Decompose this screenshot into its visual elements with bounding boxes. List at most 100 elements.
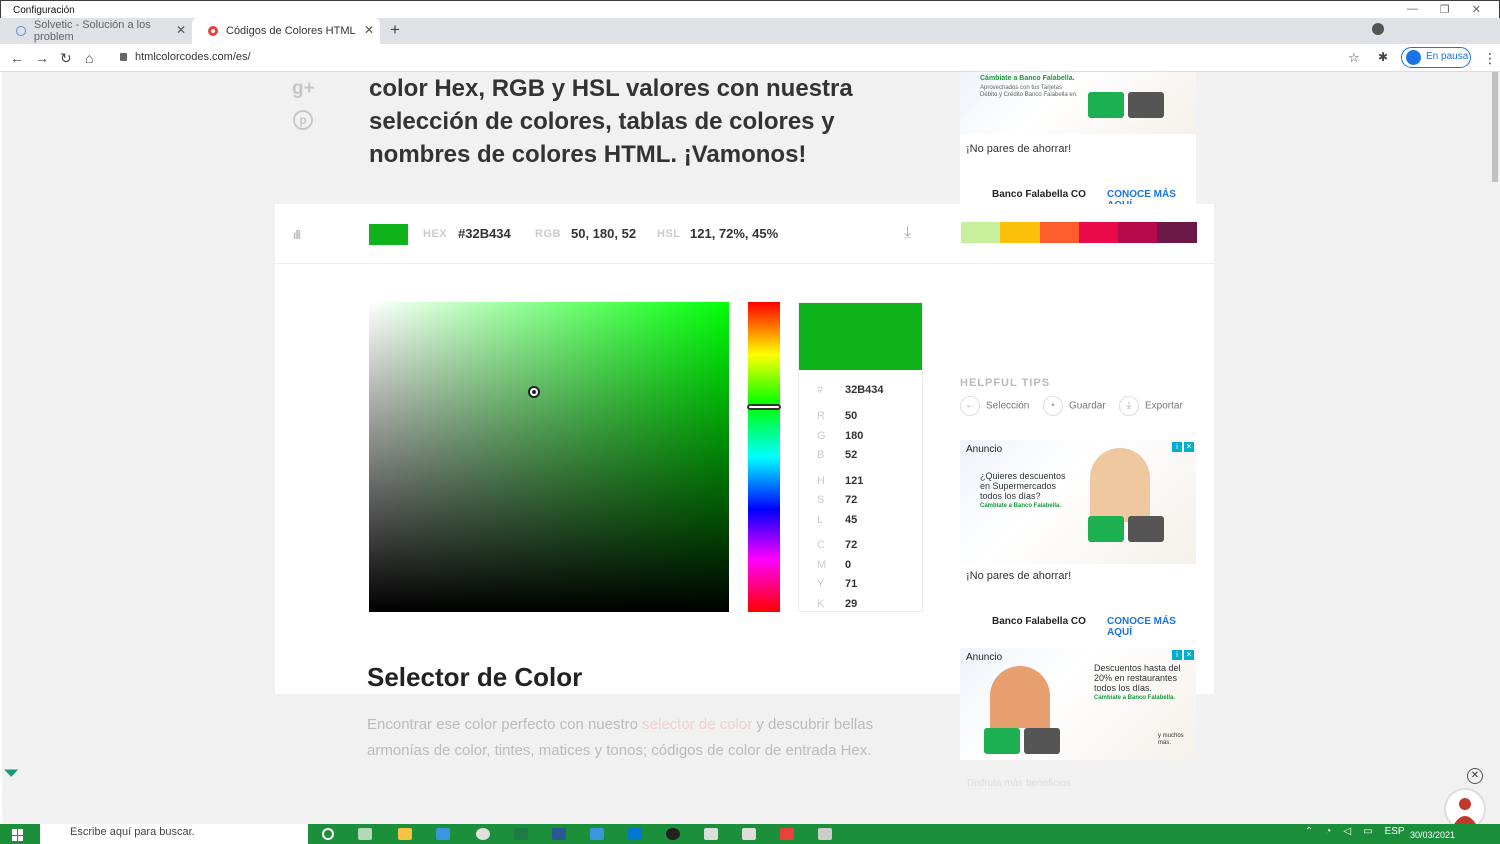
chevron-up-icon[interactable]: ⌃ [1305,826,1313,837]
star-icon[interactable]: ☆ [1348,50,1360,66]
edge-icon[interactable] [436,828,450,840]
app-icon[interactable] [628,828,642,840]
volume-icon[interactable]: ◁ [1343,826,1351,837]
battery-icon[interactable]: ▭ [1363,826,1372,837]
forward-arrow-icon[interactable]: → [35,50,49,66]
value-number[interactable]: 32B434 [845,384,884,396]
tab-search-icon[interactable] [1372,23,1384,35]
value-key: G [817,430,826,442]
ad-mid[interactable]: Anuncio i ✕ ¿Quieres descuentos en Super… [960,440,1196,638]
ad-cta-link[interactable]: CONOCE MÁS AQUÍ [1107,616,1196,638]
value-number[interactable]: 0 [845,559,851,571]
hex-label: HEX [423,228,448,240]
palette-color-3[interactable] [1039,222,1079,243]
palette-color-1[interactable] [961,222,1001,243]
ad-bottom[interactable]: Anuncio i ✕ Descuentos hasta del 20% en … [960,648,1196,760]
funnel-icon[interactable]: ⏷ [4,763,18,784]
extensions-icon[interactable]: ✱ [1378,50,1388,64]
settings-icon[interactable] [818,828,832,840]
hue-slider[interactable] [748,302,780,612]
value-number[interactable]: 29 [845,598,857,610]
clock-date[interactable]: 30/03/2021 [1410,830,1455,840]
current-color-swatch [369,224,408,245]
tab-solvetic[interactable]: Solvetic - Solución a los problem ✕ [0,18,192,44]
tip-guardar[interactable]: ▪ Guardar [1043,396,1106,416]
close-tab-icon[interactable]: ✕ [364,23,374,37]
language-indicator[interactable]: ESP [1385,826,1405,837]
value-number[interactable]: 71 [845,578,857,590]
chart-icon[interactable]: ıll [293,228,301,242]
ad-brand: Banco Falabella CO [992,616,1086,627]
palette-color-2[interactable] [1000,222,1040,243]
menu-icon[interactable]: ⋮ [1483,50,1497,67]
windows-start-icon[interactable] [12,829,24,841]
chrome-icon[interactable] [476,828,490,840]
app-icon[interactable] [780,828,794,840]
scrollbar[interactable] [1490,72,1500,824]
ad-small-text: y muchos más. [1158,733,1184,746]
ad-close-icon[interactable]: ✕ [1184,442,1194,452]
profile-label: En pausa [1426,51,1469,62]
rgb-label: RGB [535,228,561,240]
ad-info-icon[interactable]: i [1172,650,1182,660]
ad-close-icon[interactable]: ✕ [1184,650,1194,660]
value-row-l: L 45 [817,514,857,526]
value-number[interactable]: 52 [845,449,857,461]
download-icon[interactable]: ⤓ [904,224,911,242]
profile-button[interactable]: En pausa [1401,47,1471,68]
rgb-value[interactable]: 50, 180, 52 [571,226,636,241]
google-plus-icon[interactable]: g+ [292,78,315,100]
task-view-icon[interactable] [358,828,372,840]
saturation-value-area[interactable] [369,302,729,612]
app-icon[interactable] [704,828,718,840]
ad-info-icon[interactable]: i [1172,442,1182,452]
tip-seleccion[interactable]: ← Selección [960,396,1029,416]
picker-cursor[interactable] [528,386,540,398]
tab-colores[interactable]: Códigos de Colores HTML ✕ [192,18,380,44]
close-tab-icon[interactable]: ✕ [176,23,186,37]
value-number[interactable]: 45 [845,514,857,526]
close-button[interactable]: ✕ [1472,3,1481,16]
value-number[interactable]: 50 [845,410,857,422]
pinterest-icon[interactable]: p [293,110,313,130]
back-arrow-icon[interactable]: ← [10,50,24,66]
hex-value[interactable]: #32B434 [458,226,511,241]
value-number[interactable]: 72 [845,539,857,551]
value-number[interactable]: 121 [845,475,863,487]
ad-top[interactable]: Cámbiate a Banco Falabella. Aprovechados… [960,72,1196,211]
app-icon[interactable] [742,828,756,840]
palette-color-4[interactable] [1078,222,1119,243]
ad-small-text: Débito y Crédito Banco Falabella en. [980,92,1078,98]
minimize-button[interactable]: — [1407,3,1418,16]
value-number[interactable]: 72 [845,494,857,506]
tip-exportar[interactable]: ⤓ Exportar [1119,396,1183,416]
value-key: S [817,494,825,506]
hue-slider-handle[interactable] [747,404,781,411]
url-field[interactable]: htmlcolorcodes.com/es/ [120,51,251,63]
excel-icon[interactable] [514,828,528,840]
network-icon[interactable]: ◔ [1325,826,1331,837]
reload-icon[interactable]: ↻ [60,50,72,67]
section-paragraph: Encontrar ese color perfecto con nuestro… [367,716,874,759]
obs-icon[interactable] [666,828,680,840]
cortana-icon[interactable] [322,828,334,840]
new-tab-button[interactable]: + [390,20,400,40]
ad-brand: Banco Falabella CO [992,189,1086,200]
value-row-hex: #32B434 [817,384,884,396]
taskbar-search[interactable]: Escribe aquí para buscar. [40,824,308,844]
app-icon[interactable] [590,828,604,840]
explorer-icon[interactable] [398,828,412,840]
value-number[interactable]: 180 [845,430,863,442]
hsl-value[interactable]: 121, 72%, 45% [690,226,778,241]
selector-link[interactable]: selector de color [642,716,752,733]
word-icon[interactable] [552,828,566,840]
palette-color-5[interactable] [1118,222,1158,243]
restore-button[interactable]: ❐ [1440,3,1450,16]
home-icon[interactable]: ⌂ [85,50,93,66]
value-row-r: R 50 [817,410,857,422]
close-ad-icon[interactable]: ✕ [1467,768,1483,784]
scrollbar-thumb[interactable] [1492,72,1498,182]
ad-tagline: ¡No pares de ahorrar! [966,570,1072,582]
card-image [1024,728,1060,754]
palette-color-6[interactable] [1157,222,1197,243]
